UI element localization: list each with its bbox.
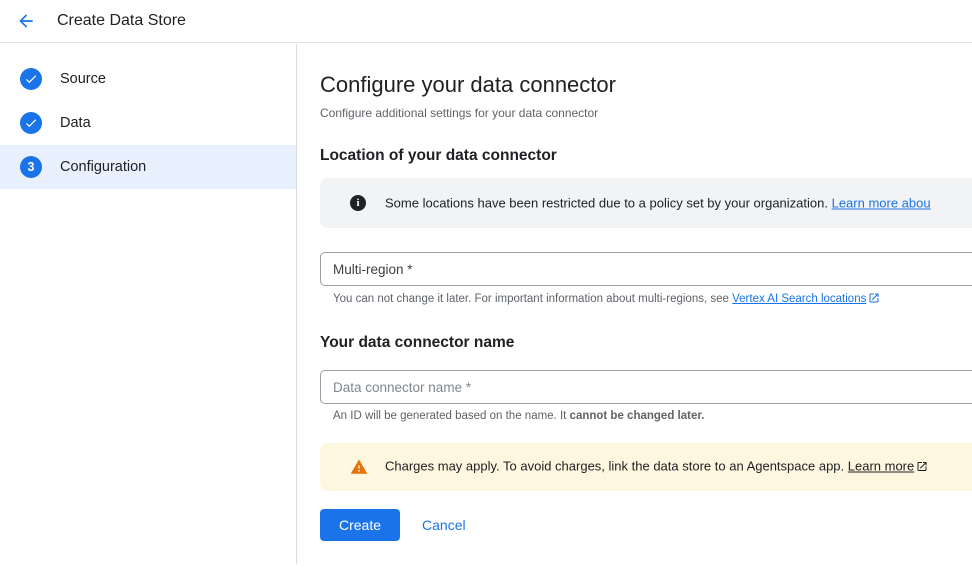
wizard-steps-sidebar: Source Data 3 Configuration (0, 44, 297, 564)
region-select[interactable]: Multi-region * (320, 252, 972, 286)
create-button[interactable]: Create (320, 509, 400, 541)
step-label: Data (60, 115, 91, 131)
banner-text: Some locations have been restricted due … (385, 196, 931, 211)
open-in-new-icon (868, 292, 880, 307)
step-label: Source (60, 71, 106, 87)
step-label: Configuration (60, 159, 146, 175)
content-subtitle: Configure additional settings for your d… (320, 106, 598, 120)
learn-more-restrictions-link[interactable]: Learn more abou (832, 196, 931, 211)
open-in-new-icon (916, 461, 928, 476)
check-icon (20, 112, 42, 134)
check-icon (20, 68, 42, 90)
warning-icon (350, 458, 368, 476)
restricted-locations-banner: i Some locations have been restricted du… (320, 178, 972, 228)
data-connector-name-field-wrap (320, 370, 972, 404)
back-button[interactable] (10, 5, 42, 37)
region-select-value: Multi-region * (333, 262, 413, 277)
step-number-icon: 3 (20, 156, 42, 178)
info-icon: i (350, 195, 366, 211)
step-configuration[interactable]: 3 Configuration (0, 145, 296, 189)
step-number: 3 (28, 160, 35, 174)
name-section-heading: Your data connector name (320, 334, 514, 352)
name-helper-text: An ID will be generated based on the nam… (333, 410, 704, 422)
step-source[interactable]: Source (0, 57, 296, 101)
page-title: Create Data Store (57, 12, 186, 30)
data-connector-name-input[interactable] (333, 371, 972, 403)
charges-warning-banner: Charges may apply. To avoid charges, lin… (320, 443, 972, 491)
page-header: Create Data Store (0, 0, 972, 43)
form-actions: Create Cancel (320, 509, 466, 541)
content-title: Configure your data connector (320, 71, 616, 99)
region-helper-text: You can not change it later. For importa… (333, 292, 880, 307)
step-data[interactable]: Data (0, 101, 296, 145)
banner-text: Charges may apply. To avoid charges, lin… (385, 459, 928, 476)
create-data-store-page: Create Data Store Source Data 3 Configur… (0, 0, 972, 572)
location-section-heading: Location of your data connector (320, 147, 557, 165)
cancel-button[interactable]: Cancel (422, 517, 466, 533)
arrow-back-icon (16, 11, 36, 31)
vertex-locations-link[interactable]: Vertex AI Search locations (732, 293, 866, 305)
learn-more-charges-link[interactable]: Learn more (848, 459, 914, 474)
